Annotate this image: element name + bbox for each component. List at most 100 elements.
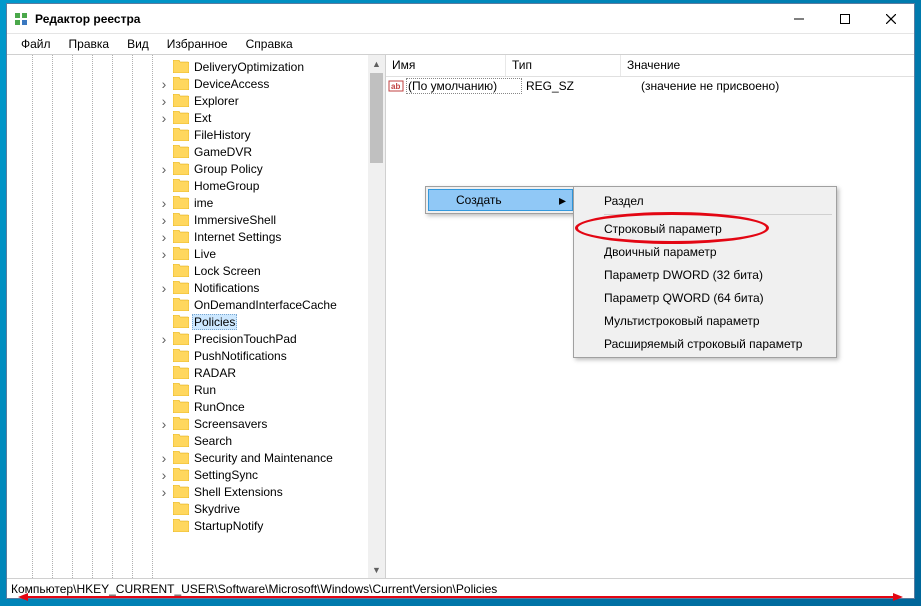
col-value-header[interactable]: Значение — [621, 55, 914, 76]
tree-node[interactable]: DeliveryOptimization — [7, 58, 368, 75]
tree-node[interactable]: OnDemandInterfaceCache — [7, 296, 368, 313]
folder-icon — [173, 230, 189, 243]
expander-empty — [157, 366, 171, 380]
context-menu-new: Создать ▸ — [425, 186, 576, 214]
tree-node[interactable]: ›Shell Extensions — [7, 483, 368, 500]
menu-edit[interactable]: Правка — [61, 35, 118, 53]
tree-node[interactable]: Run — [7, 381, 368, 398]
menu-view[interactable]: Вид — [119, 35, 157, 53]
tree-node[interactable]: RunOnce — [7, 398, 368, 415]
chevron-right-icon[interactable]: › — [157, 468, 171, 482]
submenu-separator — [604, 214, 832, 215]
tree-node[interactable]: ›Group Policy — [7, 160, 368, 177]
chevron-right-icon[interactable]: › — [157, 332, 171, 346]
tree-node[interactable]: Policies — [7, 313, 368, 330]
tree-node-label: ImmersiveShell — [192, 213, 278, 227]
tree-node[interactable]: Search — [7, 432, 368, 449]
tree-node-label: Live — [192, 247, 218, 261]
statusbar: Компьютер\HKEY_CURRENT_USER\Software\Mic… — [7, 578, 914, 598]
submenu-item-key[interactable]: Раздел — [576, 189, 834, 212]
menu-help[interactable]: Справка — [238, 35, 301, 53]
tree-node[interactable]: › ImmersiveShell — [7, 211, 368, 228]
tree-node[interactable]: ›DeviceAccess — [7, 75, 368, 92]
context-item-create[interactable]: Создать ▸ — [428, 189, 573, 211]
tree-node[interactable]: GameDVR — [7, 143, 368, 160]
window-title: Редактор реестра — [35, 12, 776, 26]
submenu-item-qword[interactable]: Параметр QWORD (64 бита) — [576, 286, 834, 309]
scroll-up-icon[interactable]: ▲ — [368, 55, 385, 72]
scroll-down-icon[interactable]: ▼ — [368, 561, 385, 578]
folder-icon — [173, 94, 189, 107]
chevron-right-icon[interactable]: › — [157, 77, 171, 91]
col-name-header[interactable]: Имя — [386, 55, 506, 76]
chevron-right-icon[interactable]: › — [157, 485, 171, 499]
values-header: Имя Тип Значение — [386, 55, 914, 77]
chevron-right-icon[interactable]: › — [157, 451, 171, 465]
value-name: (По умолчанию) — [406, 78, 522, 94]
minimize-button[interactable] — [776, 4, 822, 33]
tree-node-label: DeliveryOptimization — [192, 60, 306, 74]
col-type-header[interactable]: Тип — [506, 55, 621, 76]
folder-icon — [173, 60, 189, 73]
folder-icon — [173, 128, 189, 141]
chevron-right-icon[interactable]: › — [157, 281, 171, 295]
expander-empty — [157, 519, 171, 533]
tree-node[interactable]: › Internet Settings — [7, 228, 368, 245]
tree-node[interactable]: StartupNotify — [7, 517, 368, 534]
value-type: REG_SZ — [522, 79, 637, 93]
maximize-button[interactable] — [822, 4, 868, 33]
chevron-right-icon[interactable]: › — [157, 94, 171, 108]
tree-node[interactable]: Lock Screen — [7, 262, 368, 279]
folder-icon — [173, 213, 189, 226]
tree-node-label: Internet Settings — [192, 230, 283, 244]
chevron-right-icon[interactable]: › — [157, 417, 171, 431]
chevron-right-icon[interactable]: › — [157, 196, 171, 210]
tree-node-label: RADAR — [192, 366, 238, 380]
tree-scrollbar[interactable]: ▲ ▼ — [368, 55, 385, 578]
folder-icon — [173, 383, 189, 396]
tree-node-label: Lock Screen — [192, 264, 263, 278]
tree-node[interactable]: ›PrecisionTouchPad — [7, 330, 368, 347]
submenu-item-binary[interactable]: Двоичный параметр — [576, 240, 834, 263]
folder-icon — [173, 519, 189, 532]
menu-file[interactable]: Файл — [13, 35, 59, 53]
chevron-right-icon[interactable]: › — [157, 162, 171, 176]
tree-node[interactable]: Skydrive — [7, 500, 368, 517]
value-row[interactable]: ab (По умолчанию) REG_SZ (значение не пр… — [386, 77, 914, 94]
menu-favorites[interactable]: Избранное — [159, 35, 236, 53]
tree-node-label: OnDemandInterfaceCache — [192, 298, 339, 312]
submenu-item-multistring[interactable]: Мультистроковый параметр — [576, 309, 834, 332]
tree-node-label: Notifications — [192, 281, 261, 295]
close-button[interactable] — [868, 4, 914, 33]
chevron-right-icon[interactable]: › — [157, 247, 171, 261]
tree-node-label: Search — [192, 434, 234, 448]
tree-node[interactable]: HomeGroup — [7, 177, 368, 194]
submenu-item-expandstring[interactable]: Расширяемый строковый параметр — [576, 332, 834, 355]
tree-nodes: DeliveryOptimization›DeviceAccess›Explor… — [7, 58, 368, 534]
tree-node[interactable]: › Notifications — [7, 279, 368, 296]
chevron-right-icon[interactable]: › — [157, 213, 171, 227]
tree-node[interactable]: RADAR — [7, 364, 368, 381]
tree-node[interactable]: PushNotifications — [7, 347, 368, 364]
chevron-right-icon[interactable]: › — [157, 111, 171, 125]
tree-node[interactable]: ›Screensavers — [7, 415, 368, 432]
submenu-item-string[interactable]: Строковый параметр — [576, 217, 834, 240]
tree-node[interactable]: ›SettingSync — [7, 466, 368, 483]
tree-node[interactable]: FileHistory — [7, 126, 368, 143]
tree-node[interactable]: ›ime — [7, 194, 368, 211]
folder-icon — [173, 332, 189, 345]
tree-node[interactable]: › Live — [7, 245, 368, 262]
folder-icon — [173, 179, 189, 192]
tree-node-label: Skydrive — [192, 502, 242, 516]
tree-node[interactable]: ›Explorer — [7, 92, 368, 109]
tree-node[interactable]: ›Security and Maintenance — [7, 449, 368, 466]
scroll-thumb[interactable] — [370, 73, 383, 163]
folder-icon — [173, 485, 189, 498]
tree-node[interactable]: ›Ext — [7, 109, 368, 126]
tree-node-label: PushNotifications — [192, 349, 289, 363]
submenu-item-dword[interactable]: Параметр DWORD (32 бита) — [576, 263, 834, 286]
titlebar[interactable]: Редактор реестра — [7, 4, 914, 34]
chevron-right-icon[interactable]: › — [157, 230, 171, 244]
folder-icon — [173, 349, 189, 362]
value-data: (значение не присвоено) — [637, 79, 914, 93]
